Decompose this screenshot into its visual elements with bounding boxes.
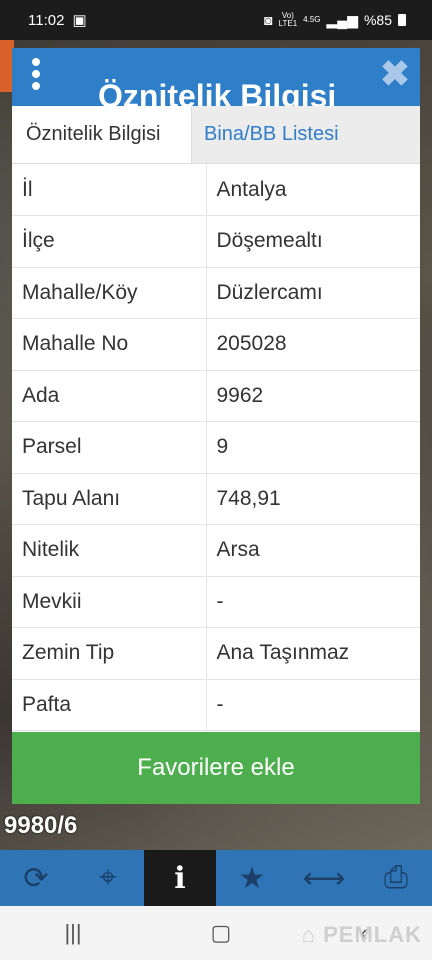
attribute-key: Mevkii [12, 576, 207, 628]
attribute-value: 748,91 [206, 473, 420, 525]
table-row: Pafta - [12, 679, 420, 731]
attribute-key: Mahalle No [12, 318, 207, 371]
recent-apps-icon[interactable]: ||| [64, 920, 81, 946]
attribute-key: İl [12, 164, 207, 216]
attribute-dialog: Öznitelik Bilgisi ✖ Öznitelik Bilgisi Bi… [12, 48, 420, 804]
menu-icon[interactable] [32, 58, 44, 94]
table-row: Parsel 9 [12, 421, 420, 474]
refresh-icon[interactable]: ⟳ [0, 850, 72, 906]
table-row: Tapu Alanı 748,91 [12, 473, 420, 525]
attribute-value: 205028 [206, 318, 420, 371]
table-row: Mahalle No 205028 [12, 318, 420, 371]
dialog-title: Öznitelik Bilgisi [98, 78, 337, 106]
dialog-header: Öznitelik Bilgisi ✖ [12, 48, 420, 106]
attribute-value: 9 [206, 421, 420, 474]
attribute-key: Nitelik [12, 524, 207, 577]
attribute-key: Zemin Tip [12, 627, 207, 680]
table-row: Mahalle/Köy Düzlercamı [12, 267, 420, 319]
status-bar: 11:02 ▣ ◙ Vo) LTE1 4.5G ▂▄▆ %85 [0, 0, 432, 40]
table-row: İlçe Döşemealtı [12, 215, 420, 268]
attribute-value: Arsa [206, 524, 420, 577]
attribute-value: 9962 [206, 370, 420, 422]
tab-attribute-info[interactable]: Öznitelik Bilgisi [12, 106, 192, 163]
attribute-key: İlçe [12, 215, 207, 268]
attribute-key: Ada [12, 370, 207, 422]
signal-icon: ▂▄▆ [326, 11, 358, 28]
info-icon[interactable]: ℹ [144, 850, 216, 906]
table-row: Mevkii - [12, 576, 420, 628]
attribute-value: Döşemealtı [206, 215, 420, 268]
network-type: 4.5G [303, 15, 321, 24]
tab-bar: Öznitelik Bilgisi Bina/BB Listesi [12, 106, 420, 164]
add-to-favorites-button[interactable]: Favorilere ekle [12, 732, 420, 804]
attribute-key: Mahalle/Köy [12, 267, 207, 319]
clock: 11:02 [28, 11, 65, 29]
parcel-number-label: 9980/6 [4, 812, 78, 839]
attribute-value: - [206, 576, 420, 628]
home-icon[interactable]: ▢ [211, 920, 232, 946]
watermark: ⌂ PEMLAK [301, 922, 422, 947]
table-row: Ada 9962 [12, 370, 420, 422]
image-notification-icon: ▣ [72, 12, 87, 29]
star-icon[interactable]: ★ [216, 850, 288, 906]
printer-icon[interactable]: ⎙ [360, 850, 432, 906]
crosshair-icon[interactable]: ⌖ [72, 850, 144, 906]
bottom-toolbar: ⟳ ⌖ ℹ ★ ⟷ ⎙ [0, 850, 432, 906]
arrows-horizontal-icon[interactable]: ⟷ [288, 850, 360, 906]
table-row: Nitelik Arsa [12, 524, 420, 577]
attribute-value: Antalya [206, 164, 420, 216]
attribute-key: Parsel [12, 421, 207, 474]
table-row: İl Antalya [12, 164, 420, 216]
volte-indicator: Vo) LTE1 [278, 11, 298, 28]
attribute-key: Pafta [12, 679, 207, 731]
alarm-icon: ◙ [264, 12, 273, 28]
close-icon[interactable]: ✖ [380, 54, 410, 94]
attribute-value: Düzlercamı [206, 267, 420, 319]
attribute-value: - [206, 679, 420, 731]
tab-building-list[interactable]: Bina/BB Listesi [192, 106, 353, 163]
attribute-value: Ana Taşınmaz [206, 627, 420, 680]
attribute-table: İl Antalya İlçe Döşemealtı Mahalle/Köy Düzler… [12, 164, 420, 731]
table-row: Zemin Tip Ana Taşınmaz [12, 627, 420, 680]
battery-level: %85 [363, 12, 392, 28]
battery-icon [398, 14, 406, 26]
attribute-key: Tapu Alanı [12, 473, 207, 525]
